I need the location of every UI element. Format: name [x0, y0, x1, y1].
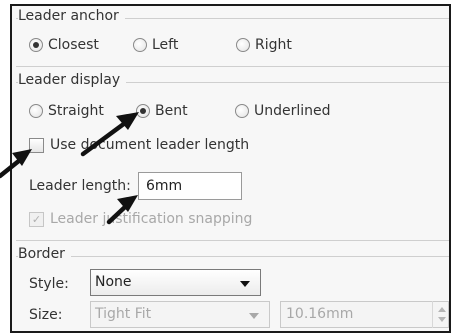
radio-label: Left: [152, 37, 179, 53]
leader-display-group-header: Leader display: [12, 72, 449, 90]
justification-snapping-checkbox[interactable]: ✓: [29, 212, 44, 227]
radio-label: Straight: [48, 103, 104, 119]
radio-button-icon[interactable]: [236, 38, 250, 52]
border-size-measure-value: 10.16mm: [286, 306, 354, 322]
border-size-spinner[interactable]: [432, 301, 449, 328]
leader-anchor-title: Leader anchor: [18, 8, 125, 24]
radio-button-icon[interactable]: [235, 104, 249, 118]
chevron-down-icon: [249, 313, 259, 319]
leader-length-input[interactable]: 6mm: [138, 172, 242, 200]
size-label: Size:: [29, 307, 63, 323]
radio-button-checked-icon[interactable]: [29, 38, 43, 52]
leader-anchor-group-header: Leader anchor: [12, 8, 449, 26]
radio-anchor-right[interactable]: Right: [236, 37, 292, 53]
radio-button-checked-icon[interactable]: [136, 104, 150, 118]
use-document-leader-length-checkbox[interactable]: [29, 138, 44, 153]
border-size-dropdown[interactable]: Tight Fit: [90, 301, 270, 328]
radio-anchor-closest[interactable]: Closest: [29, 37, 99, 53]
border-size-measure-input[interactable]: 10.16mm: [280, 301, 449, 328]
style-label: Style:: [29, 276, 69, 292]
use-document-leader-length-label: Use document leader length: [50, 137, 250, 153]
properties-panel: Leader anchor Closest Left Right Leader …: [10, 4, 451, 333]
spin-up-icon[interactable]: [438, 307, 446, 312]
border-size-value: Tight Fit: [95, 306, 152, 322]
justification-snapping-label: Leader justification snapping: [50, 211, 253, 227]
border-group-header: Border: [12, 246, 449, 264]
border-title: Border: [18, 246, 71, 262]
border-style-dropdown[interactable]: None: [90, 269, 261, 296]
leader-display-title: Leader display: [18, 72, 127, 88]
radio-display-straight[interactable]: Straight: [29, 103, 104, 119]
spin-down-icon[interactable]: [438, 317, 446, 322]
divider: [16, 240, 449, 241]
chevron-down-icon: [240, 281, 250, 287]
leader-length-label: Leader length:: [29, 178, 131, 194]
radio-label: Underlined: [254, 103, 331, 119]
divider: [16, 66, 449, 67]
radio-label: Closest: [48, 37, 99, 53]
radio-display-bent[interactable]: Bent: [136, 103, 188, 119]
radio-label: Right: [255, 37, 292, 53]
radio-button-icon[interactable]: [29, 104, 43, 118]
radio-button-icon[interactable]: [133, 38, 147, 52]
border-style-value: None: [95, 274, 132, 290]
radio-display-underlined[interactable]: Underlined: [235, 103, 331, 119]
radio-anchor-left[interactable]: Left: [133, 37, 178, 53]
divider: [16, 256, 449, 257]
radio-label: Bent: [155, 103, 188, 119]
